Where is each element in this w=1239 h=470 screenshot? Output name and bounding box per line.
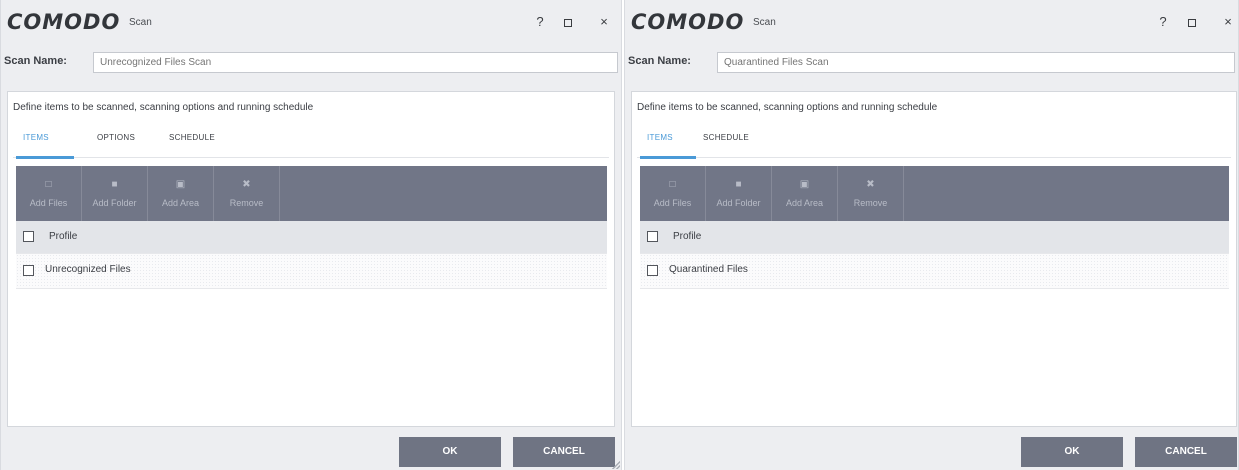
tab-items[interactable]: ITEMS bbox=[647, 133, 673, 142]
maximize-icon bbox=[564, 18, 572, 27]
scan-settings-panel: Define items to be scanned, scanning opt… bbox=[7, 91, 615, 427]
add-folder-label: Add Folder bbox=[716, 198, 761, 208]
scan-dialog-quarantined: COMODO Scan ? × Scan Name: Define items … bbox=[624, 0, 1239, 470]
add-folder-icon: ■ bbox=[735, 179, 742, 190]
add-folder-icon: ■ bbox=[111, 179, 118, 190]
remove-label: Remove bbox=[229, 198, 264, 208]
add-files-label: Add Files bbox=[653, 198, 692, 208]
row-checkbox[interactable] bbox=[647, 265, 658, 276]
window-title: Scan bbox=[129, 17, 152, 28]
column-header-profile: Profile bbox=[673, 231, 702, 242]
title-bar[interactable]: COMODO Scan ? × bbox=[625, 0, 1238, 44]
row-checkbox[interactable] bbox=[23, 265, 34, 276]
active-tab-indicator bbox=[16, 156, 74, 159]
tab-items[interactable]: ITEMS bbox=[23, 133, 49, 142]
scan-name-input[interactable] bbox=[717, 52, 1235, 73]
scan-name-label: Scan Name: bbox=[628, 55, 691, 67]
remove-button[interactable]: ✖ Remove bbox=[838, 166, 904, 221]
select-all-checkbox[interactable] bbox=[23, 231, 34, 242]
add-area-label: Add Area bbox=[161, 198, 200, 208]
scan-name-input[interactable] bbox=[93, 52, 618, 73]
tab-schedule[interactable]: SCHEDULE bbox=[703, 133, 749, 142]
table-header-row: Profile bbox=[16, 221, 607, 254]
add-folder-button[interactable]: ■ Add Folder bbox=[82, 166, 148, 221]
tab-schedule[interactable]: SCHEDULE bbox=[169, 133, 215, 142]
panel-description: Define items to be scanned, scanning opt… bbox=[637, 102, 938, 113]
add-files-label: Add Files bbox=[29, 198, 68, 208]
panel-description: Define items to be scanned, scanning opt… bbox=[13, 102, 314, 113]
active-tab-indicator bbox=[640, 156, 696, 159]
items-toolbar: □ Add Files ■ Add Folder ▣ Add Area ✖ Re… bbox=[640, 166, 1229, 221]
profile-name: Unrecognized Files bbox=[45, 264, 131, 275]
close-button[interactable]: × bbox=[593, 12, 615, 32]
maximize-button[interactable] bbox=[557, 12, 579, 32]
maximize-button[interactable] bbox=[1181, 12, 1203, 32]
help-button[interactable]: ? bbox=[529, 12, 551, 32]
items-toolbar: □ Add Files ■ Add Folder ▣ Add Area ✖ Re… bbox=[16, 166, 607, 221]
add-folder-button[interactable]: ■ Add Folder bbox=[706, 166, 772, 221]
comodo-logo: COMODO bbox=[7, 10, 121, 34]
tab-bar: ITEMS OPTIONS SCHEDULE bbox=[13, 122, 609, 159]
remove-icon: ✖ bbox=[242, 179, 251, 190]
profile-name: Quarantined Files bbox=[669, 264, 748, 275]
select-all-checkbox[interactable] bbox=[647, 231, 658, 242]
table-row[interactable]: Unrecognized Files bbox=[16, 254, 607, 289]
add-folder-label: Add Folder bbox=[92, 198, 137, 208]
scan-settings-panel: Define items to be scanned, scanning opt… bbox=[631, 91, 1237, 427]
title-bar[interactable]: COMODO Scan ? × bbox=[1, 0, 621, 44]
cancel-button[interactable]: CANCEL bbox=[1135, 437, 1237, 467]
close-button[interactable]: × bbox=[1217, 12, 1238, 32]
comodo-logo: COMODO bbox=[631, 10, 745, 34]
help-button[interactable]: ? bbox=[1152, 12, 1174, 32]
column-header-profile: Profile bbox=[49, 231, 78, 242]
add-area-label: Add Area bbox=[785, 198, 824, 208]
remove-button[interactable]: ✖ Remove bbox=[214, 166, 280, 221]
scan-dialog-unrecognized: COMODO Scan ? × Scan Name: Define items … bbox=[0, 0, 622, 470]
cancel-button[interactable]: CANCEL bbox=[513, 437, 615, 467]
add-file-icon: □ bbox=[669, 179, 676, 190]
tab-options[interactable]: OPTIONS bbox=[97, 133, 135, 142]
maximize-icon bbox=[1188, 18, 1196, 27]
scan-name-label: Scan Name: bbox=[4, 55, 67, 67]
resize-grip[interactable] bbox=[612, 461, 620, 469]
table-row[interactable]: Quarantined Files bbox=[640, 254, 1229, 289]
window-title: Scan bbox=[753, 17, 776, 28]
add-area-button[interactable]: ▣ Add Area bbox=[772, 166, 838, 221]
ok-button[interactable]: OK bbox=[399, 437, 501, 467]
add-area-icon: ▣ bbox=[799, 179, 810, 190]
add-files-button[interactable]: □ Add Files bbox=[16, 166, 82, 221]
add-area-button[interactable]: ▣ Add Area bbox=[148, 166, 214, 221]
ok-button[interactable]: OK bbox=[1021, 437, 1123, 467]
remove-label: Remove bbox=[853, 198, 888, 208]
tab-bar: ITEMS SCHEDULE bbox=[637, 122, 1231, 159]
add-area-icon: ▣ bbox=[175, 179, 186, 190]
remove-icon: ✖ bbox=[866, 179, 875, 190]
table-header-row: Profile bbox=[640, 221, 1229, 254]
add-files-button[interactable]: □ Add Files bbox=[640, 166, 706, 221]
add-file-icon: □ bbox=[45, 179, 52, 190]
